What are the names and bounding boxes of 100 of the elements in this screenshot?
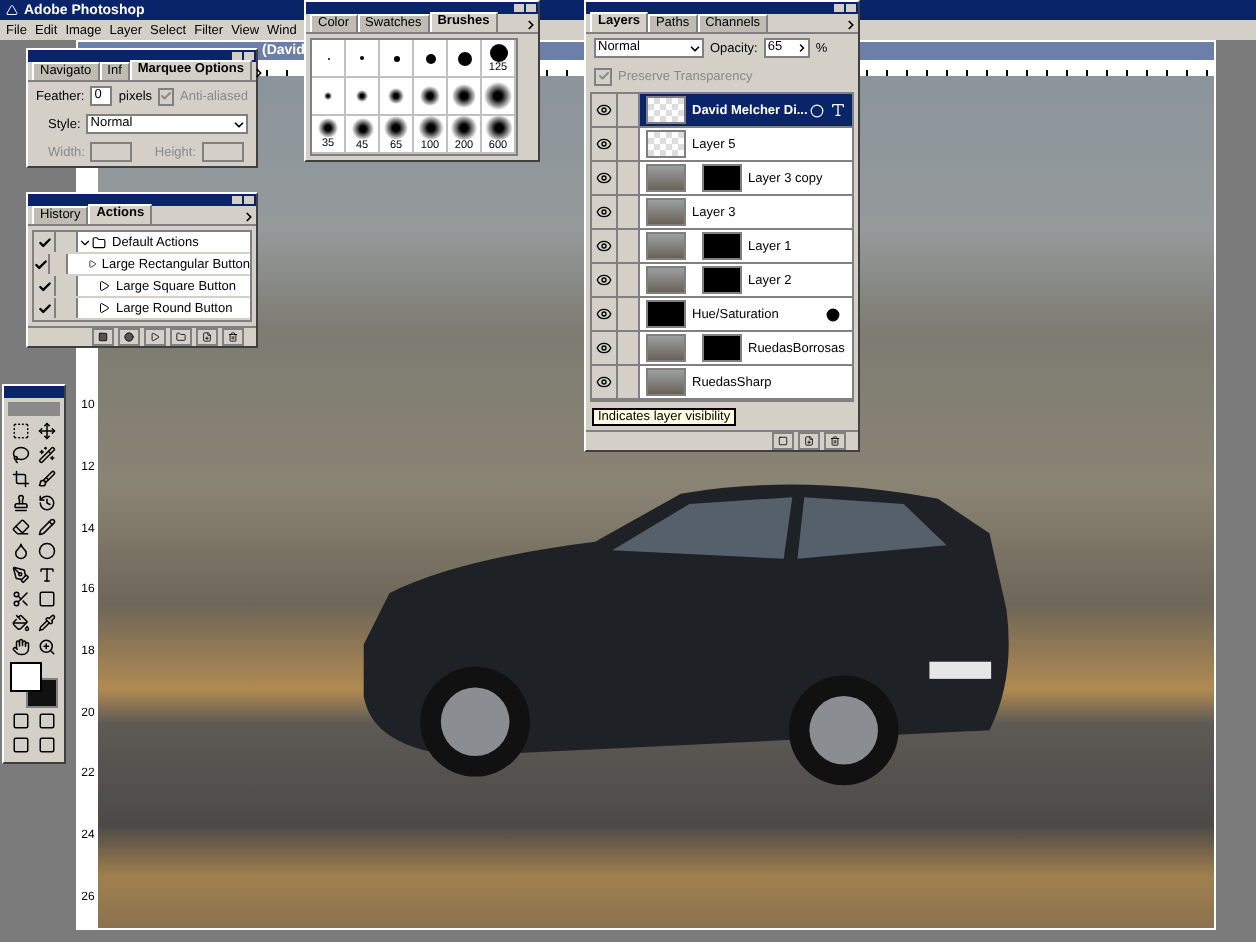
tool-button[interactable] — [35, 734, 59, 756]
link-cell[interactable] — [618, 230, 640, 262]
visibility-toggle[interactable] — [592, 196, 618, 228]
paint-bucket-icon — [12, 614, 30, 632]
app-logo-icon — [6, 4, 18, 16]
action-toggle-checkbox[interactable] — [34, 298, 56, 318]
layer-mask-thumbnail — [702, 164, 742, 192]
square-icon — [778, 436, 788, 446]
hand-tool-icon — [12, 638, 30, 656]
action-toggle-checkbox[interactable] — [34, 232, 56, 252]
tool-button[interactable] — [9, 636, 33, 658]
layer-thumbnail — [646, 130, 686, 158]
tool-button[interactable] — [9, 444, 33, 466]
brush-preset[interactable] — [482, 78, 516, 116]
link-cell[interactable] — [618, 128, 640, 160]
pen-tool-icon — [12, 566, 30, 584]
layer-thumbnail — [646, 198, 686, 226]
new-page-icon — [804, 436, 814, 446]
add-mask-button[interactable] — [772, 432, 794, 450]
link-cell[interactable] — [618, 94, 640, 126]
play-button[interactable] — [144, 328, 166, 346]
tool-button[interactable] — [35, 588, 59, 610]
tool-button[interactable] — [9, 540, 33, 562]
dialog-toggle-cell[interactable] — [56, 298, 78, 318]
link-cell[interactable] — [618, 264, 640, 296]
visibility-toggle[interactable] — [592, 162, 618, 194]
brush-preset[interactable] — [380, 40, 414, 78]
eye-icon — [596, 272, 612, 288]
tool-button[interactable] — [9, 516, 33, 538]
eyedropper-icon — [38, 614, 56, 632]
tool-button[interactable] — [35, 516, 59, 538]
link-cell[interactable] — [618, 298, 640, 330]
brush-preset[interactable] — [414, 40, 448, 78]
eye-icon — [596, 340, 612, 356]
dialog-toggle-cell[interactable] — [56, 276, 78, 296]
delete-layer-button[interactable] — [824, 432, 846, 450]
eye-icon — [596, 374, 612, 390]
adjustment-mask-thumbnail — [646, 300, 686, 328]
blur-tool-icon — [12, 542, 30, 560]
eye-icon — [596, 238, 612, 254]
tool-button[interactable] — [9, 492, 33, 514]
visibility-toggle[interactable] — [592, 366, 618, 398]
folder-icon — [92, 235, 106, 249]
tool-button[interactable] — [9, 734, 33, 756]
brush-preset[interactable] — [346, 78, 380, 116]
visibility-toggle[interactable] — [592, 128, 618, 160]
brush-preset[interactable] — [448, 40, 482, 78]
tool-button[interactable] — [9, 468, 33, 490]
link-cell[interactable] — [618, 196, 640, 228]
pencil-tool-icon — [38, 518, 56, 536]
marquee-tool-icon — [12, 422, 30, 440]
tool-button[interactable] — [35, 710, 59, 732]
visibility-toggle[interactable] — [592, 94, 618, 126]
link-cell[interactable] — [618, 162, 640, 194]
brush-tool-icon — [38, 470, 56, 488]
brush-preset[interactable] — [414, 78, 448, 116]
layer-thumbnail — [646, 232, 686, 260]
tool-button[interactable] — [35, 492, 59, 514]
tool-button[interactable] — [35, 420, 59, 442]
tool-button[interactable] — [9, 420, 33, 442]
width-field[interactable] — [90, 142, 133, 162]
tool-button[interactable] — [35, 612, 59, 634]
tool-button[interactable] — [35, 564, 59, 586]
new-set-button[interactable] — [170, 328, 192, 346]
tool-button[interactable] — [9, 588, 33, 610]
brush-preset[interactable] — [448, 78, 482, 116]
new-action-button[interactable] — [196, 328, 218, 346]
tool-button[interactable] — [9, 612, 33, 634]
tool-button[interactable] — [9, 710, 33, 732]
link-cell[interactable] — [618, 332, 640, 364]
eye-icon — [596, 204, 612, 220]
tool-button[interactable] — [9, 564, 33, 586]
toolbox-title-bar — [4, 386, 64, 398]
new-layer-button[interactable] — [798, 432, 820, 450]
layer-thumbnail — [646, 368, 686, 396]
visibility-toggle[interactable] — [592, 298, 618, 330]
height-field[interactable] — [202, 142, 245, 162]
eye-icon — [596, 136, 612, 152]
crop-tool-icon — [12, 470, 30, 488]
layer-mask-thumbnail — [702, 334, 742, 362]
zoom-tool-icon — [38, 638, 56, 656]
dialog-toggle-cell[interactable] — [56, 232, 78, 252]
color-swatches[interactable] — [10, 662, 58, 706]
tool-button[interactable] — [35, 540, 59, 562]
visibility-toggle[interactable] — [592, 264, 618, 296]
trash-icon — [228, 332, 238, 342]
visibility-toggle[interactable] — [592, 332, 618, 364]
stop-button[interactable] — [92, 328, 114, 346]
link-cell[interactable] — [618, 366, 640, 398]
delete-button[interactable] — [222, 328, 244, 346]
stamp-tool-icon — [12, 494, 30, 512]
brush-preset[interactable] — [380, 78, 414, 116]
tool-button[interactable] — [35, 468, 59, 490]
tool-button[interactable] — [35, 636, 59, 658]
tool-button[interactable] — [35, 444, 59, 466]
stop-icon — [98, 332, 108, 342]
visibility-toggle[interactable] — [592, 230, 618, 262]
record-button[interactable] — [118, 328, 140, 346]
trash-icon — [830, 436, 840, 446]
eraser-tool-icon — [12, 518, 30, 536]
